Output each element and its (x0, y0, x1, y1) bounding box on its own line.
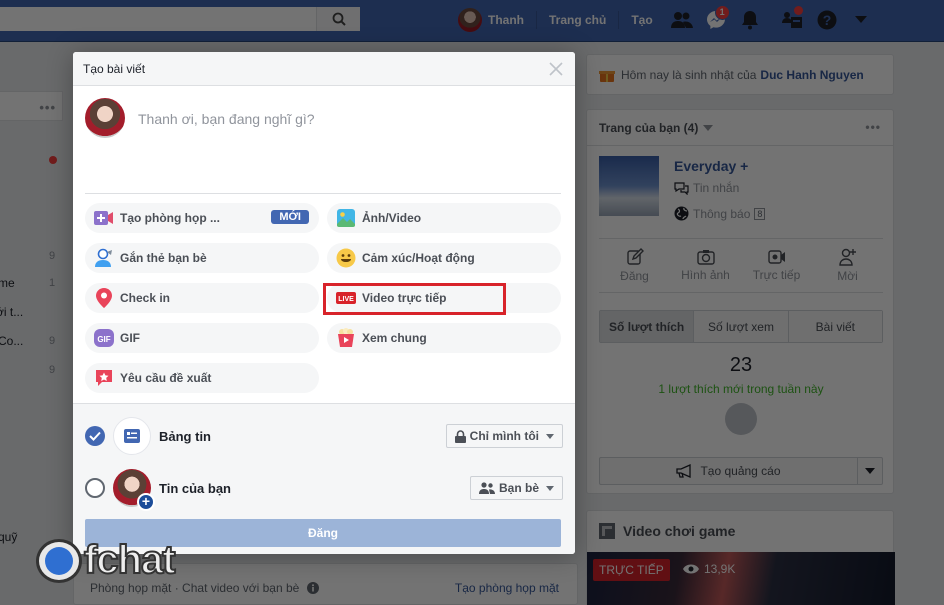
gif-icon: GIF (94, 328, 114, 348)
news-feed-privacy-select[interactable]: Chỉ mình tôi (445, 424, 563, 448)
privacy-label: Bạn bè (498, 481, 539, 495)
close-button[interactable] (545, 58, 567, 80)
location-pin-icon (94, 288, 114, 308)
story-privacy-select[interactable]: Bạn bè (469, 476, 563, 500)
share-story-row: + Tin của bạn Bạn bè (85, 468, 563, 511)
tag-friends-icon (94, 248, 114, 268)
option-create-room[interactable]: Tạo phòng họp ... MỚI (85, 203, 319, 233)
news-feed-checkbox[interactable] (85, 426, 105, 446)
option-label: Gắn thẻ bạn bè (120, 251, 207, 265)
share-news-feed-row: Bảng tin Chỉ mình tôi (85, 416, 563, 456)
story-checkbox[interactable] (85, 478, 105, 498)
news-feed-icon-wrap (113, 417, 151, 455)
svg-text:GIF: GIF (97, 335, 110, 344)
privacy-label: Chỉ mình tôi (469, 429, 539, 443)
story-avatar: + (113, 469, 155, 511)
option-tag-friends[interactable]: Gắn thẻ bạn bè (85, 243, 319, 273)
fchat-logo-icon (36, 538, 82, 583)
friends-icon (478, 482, 495, 494)
option-label: Cảm xúc/Hoạt động (362, 251, 475, 265)
dialog-title: Tạo bài viết (83, 61, 146, 76)
share-destinations: Bảng tin Chỉ mình tôi + Tin của bạn Bạn … (73, 403, 575, 554)
lock-icon (454, 429, 466, 443)
option-gif[interactable]: GIF GIF (85, 323, 319, 353)
option-label: GIF (120, 331, 140, 345)
news-feed-icon (124, 429, 140, 443)
watermark-text: fchat (83, 537, 177, 583)
caret-down-icon (546, 485, 554, 491)
watch-party-icon (336, 328, 356, 348)
option-watch-party[interactable]: Xem chung (327, 323, 561, 353)
new-badge: MỚI (271, 210, 309, 224)
feeling-emoji-icon (336, 248, 356, 268)
option-ask-recommendations[interactable]: Yêu cầu đề xuất (85, 363, 319, 393)
close-icon (549, 62, 563, 76)
live-video-highlight-box (323, 283, 506, 315)
news-feed-label: Bảng tin (159, 428, 211, 444)
video-room-icon (94, 208, 114, 228)
story-label: Tin của bạn (159, 480, 231, 496)
option-photo-video[interactable]: Ảnh/Video (327, 203, 561, 233)
dialog-header: Tạo bài viết (73, 52, 575, 86)
photo-icon (336, 208, 356, 228)
option-label: Xem chung (362, 331, 427, 345)
author-avatar (85, 98, 125, 138)
option-label: Ảnh/Video (362, 211, 422, 225)
option-check-in[interactable]: Check in (85, 283, 319, 313)
recommendation-icon (94, 368, 114, 388)
caret-down-icon (546, 433, 554, 439)
create-post-dialog: Tạo bài viết Thanh ơi, bạn đang nghĩ gì?… (73, 52, 575, 554)
option-feeling-activity[interactable]: Cảm xúc/Hoạt động (327, 243, 561, 273)
checkmark-icon (89, 431, 101, 441)
option-label: Yêu cầu đề xuất (120, 371, 212, 385)
option-label: Tạo phòng họp ... (120, 211, 220, 225)
post-composer: Thanh ơi, bạn đang nghĩ gì? (85, 98, 561, 194)
add-story-plus-icon: + (137, 493, 155, 511)
option-label: Check in (120, 291, 171, 305)
fchat-watermark: fchat (36, 537, 177, 583)
post-text-input[interactable]: Thanh ơi, bạn đang nghĩ gì? (138, 111, 315, 127)
